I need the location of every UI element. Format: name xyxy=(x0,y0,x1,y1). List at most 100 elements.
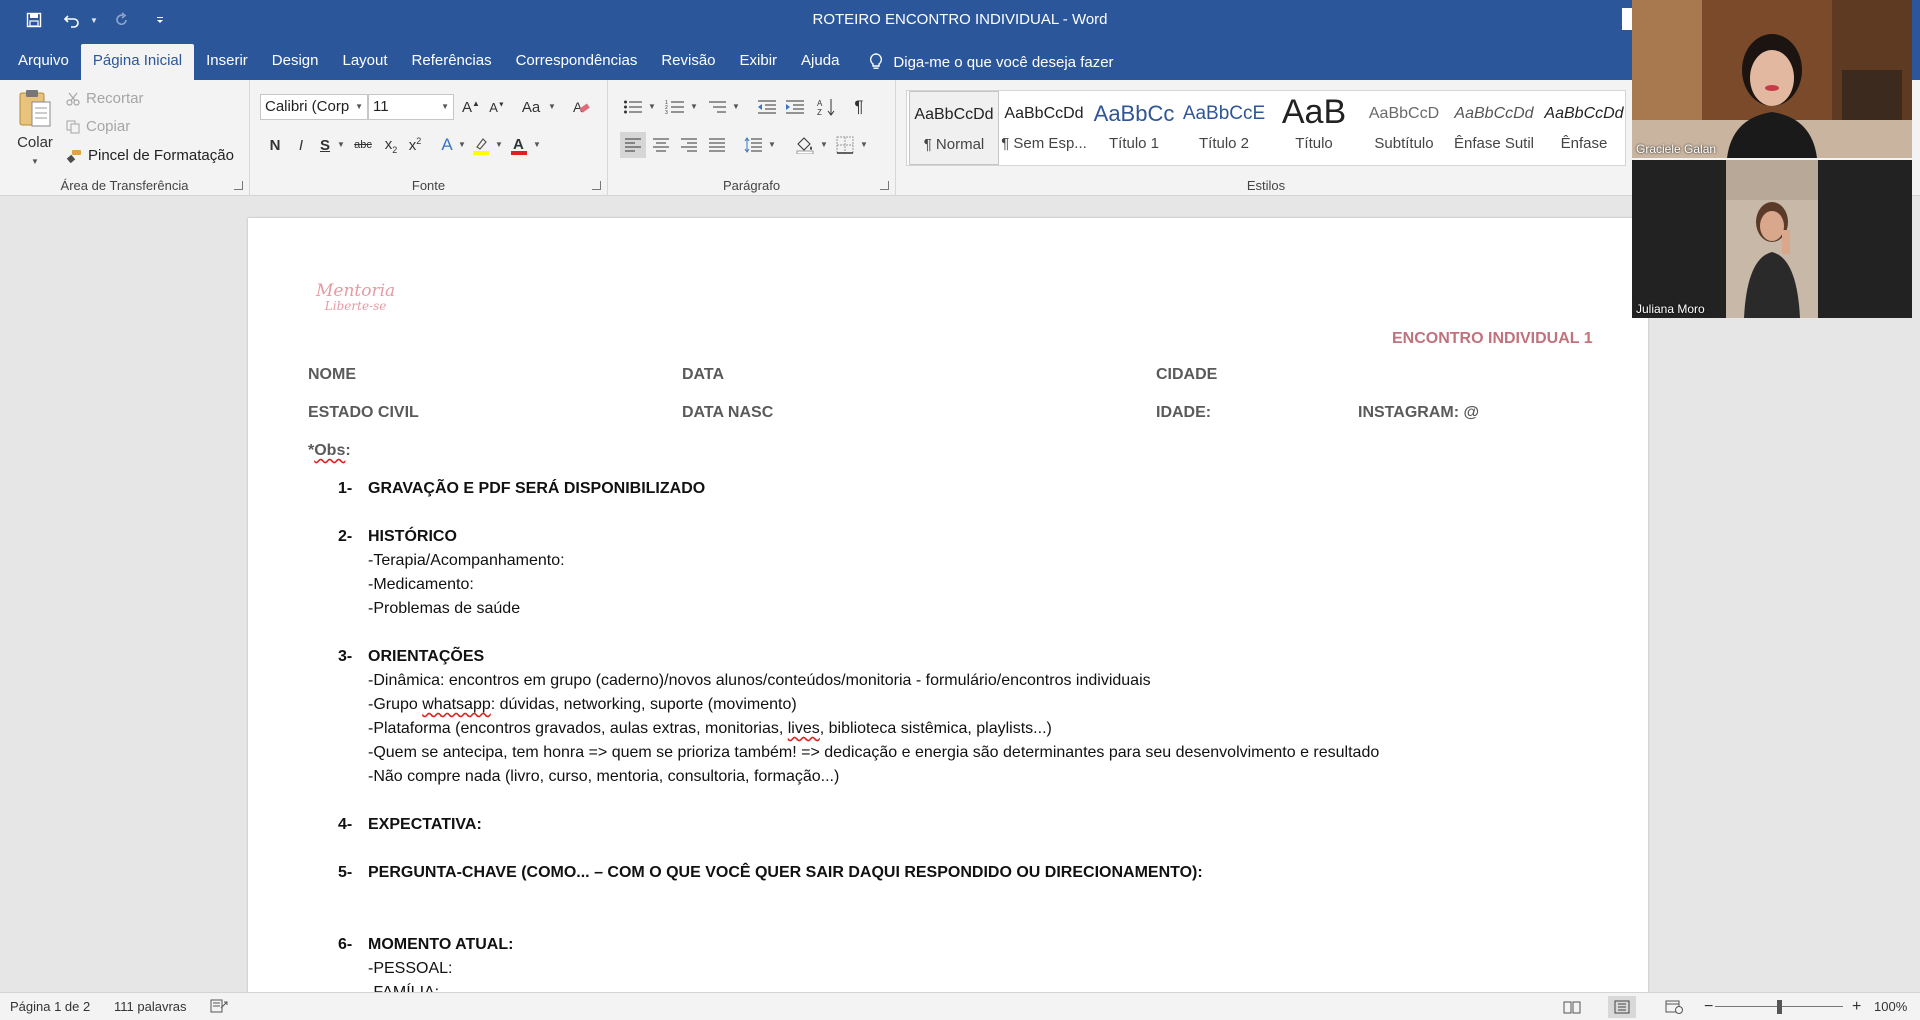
web-layout-icon xyxy=(1665,1000,1683,1014)
tab-arquivo[interactable]: Arquivo xyxy=(6,44,81,80)
document-page[interactable]: Mentoria Liberte-se ENCONTRO INDIVIDUAL … xyxy=(248,218,1648,992)
tab-pagina-inicial[interactable]: Página Inicial xyxy=(80,44,195,80)
multilevel-dropdown-icon[interactable]: ▼ xyxy=(732,102,740,111)
paste-dropdown-icon[interactable]: ▼ xyxy=(31,157,39,166)
borders-dropdown-icon[interactable]: ▼ xyxy=(860,140,868,149)
zoom-level[interactable]: 100% xyxy=(1874,993,1907,1020)
print-layout-button[interactable] xyxy=(1608,996,1636,1018)
bold-button[interactable]: N xyxy=(262,132,288,158)
strikethrough-button[interactable]: abc xyxy=(350,132,376,158)
clipboard-launcher-icon[interactable] xyxy=(234,181,243,190)
style-titulo-2[interactable]: AaBbCcE Título 2 xyxy=(1179,91,1269,165)
decrease-indent-button[interactable] xyxy=(754,94,780,120)
zoom-out-icon[interactable]: − xyxy=(1704,993,1713,1020)
underline-button[interactable]: S xyxy=(312,132,338,158)
tab-revisao[interactable]: Revisão xyxy=(649,44,727,80)
chevron-down-icon: ▼ xyxy=(355,102,363,111)
subscript-button[interactable]: x2 xyxy=(378,132,404,158)
numbering-dropdown-icon[interactable]: ▼ xyxy=(690,102,698,111)
style-normal[interactable]: AaBbCcDd ¶ Normal xyxy=(909,91,999,165)
align-left-icon xyxy=(625,138,641,152)
font-size-combo[interactable]: 11 ▼ xyxy=(368,94,454,120)
justify-button[interactable] xyxy=(704,132,730,158)
font-family-combo[interactable]: Calibri (Corp ▼ xyxy=(260,94,368,120)
style-subtitulo[interactable]: AaBbCcD Subtítulo xyxy=(1359,91,1449,165)
paint-bucket-icon xyxy=(796,137,814,154)
tab-layout[interactable]: Layout xyxy=(330,44,399,80)
style-titulo[interactable]: AaB Título xyxy=(1269,91,1359,165)
tab-design[interactable]: Design xyxy=(260,44,331,80)
style-preview: AaBbCcDd xyxy=(1004,105,1084,122)
cut-button[interactable]: Recortar xyxy=(66,90,144,107)
shading-button[interactable] xyxy=(792,132,818,158)
spelling-error-word[interactable]: whatsapp xyxy=(422,696,491,713)
shading-dropdown-icon[interactable]: ▼ xyxy=(820,140,828,149)
bullet-list-icon xyxy=(624,100,642,114)
change-case-button[interactable]: Aa xyxy=(518,94,544,120)
style-sem-espacamento[interactable]: AaBbCcDd ¶ Sem Esp... xyxy=(999,91,1089,165)
shrink-font-button[interactable]: A▼ xyxy=(484,94,510,120)
font-launcher-icon[interactable] xyxy=(592,181,601,190)
spelling-error-word[interactable]: lives xyxy=(788,720,820,737)
font-color-dropdown-icon[interactable]: ▼ xyxy=(533,140,541,149)
style-enfase[interactable]: AaBbCcDd Ênfase xyxy=(1539,91,1629,165)
video-tile-graciele[interactable]: Graciele Galan xyxy=(1632,0,1912,158)
item-line: -Problemas de saúde xyxy=(368,600,521,617)
video-tile-juliana[interactable]: Juliana Moro xyxy=(1632,160,1912,318)
copy-button[interactable]: Copiar xyxy=(66,118,130,135)
word-count[interactable]: 111 palavras xyxy=(114,993,187,1020)
read-mode-button[interactable] xyxy=(1558,996,1586,1018)
mentoria-logo: Mentoria Liberte-se xyxy=(316,283,395,314)
format-painter-button[interactable]: Pincel de Formatação xyxy=(66,147,234,164)
highlight-dropdown-icon[interactable]: ▼ xyxy=(495,140,503,149)
tab-correspondencias[interactable]: Correspondências xyxy=(504,44,650,80)
superscript-button[interactable]: x2 xyxy=(402,132,428,158)
clear-formatting-button[interactable]: A xyxy=(568,94,594,120)
item-number: 5- xyxy=(338,864,353,881)
text-effects-button[interactable]: A xyxy=(434,132,460,158)
zoom-in-icon[interactable]: + xyxy=(1852,993,1861,1020)
styles-gallery: AaBbCcDd ¶ Normal AaBbCcDd ¶ Sem Esp... … xyxy=(906,90,1626,166)
show-marks-button[interactable]: ¶ xyxy=(846,94,872,120)
page-indicator[interactable]: Página 1 de 2 xyxy=(10,993,90,1020)
line-spacing-button[interactable] xyxy=(740,132,766,158)
grow-font-button[interactable]: A▲ xyxy=(458,94,484,120)
change-case-dropdown-icon[interactable]: ▼ xyxy=(548,102,556,111)
proofing-icon[interactable] xyxy=(210,999,228,1016)
sort-button[interactable]: AZ xyxy=(814,94,840,120)
italic-button[interactable]: I xyxy=(288,132,314,158)
item-heading: ORIENTAÇÕES xyxy=(368,648,485,665)
numbering-button[interactable]: 123 xyxy=(662,94,688,120)
item-line: -PESSOAL: xyxy=(368,960,453,977)
style-enfase-sutil[interactable]: AaBbCcDd Ênfase Sutil xyxy=(1449,91,1539,165)
style-name: Ênfase xyxy=(1560,135,1608,152)
text-effects-dropdown-icon[interactable]: ▼ xyxy=(458,140,466,149)
underline-dropdown-icon[interactable]: ▼ xyxy=(337,140,345,149)
tab-inserir[interactable]: Inserir xyxy=(194,44,260,80)
zoom-slider-thumb[interactable] xyxy=(1776,1000,1782,1014)
font-color-button[interactable]: A xyxy=(506,132,532,158)
numbered-list-icon: 123 xyxy=(665,100,684,115)
paste-button[interactable]: Colar ▼ xyxy=(12,88,58,169)
tab-exibir[interactable]: Exibir xyxy=(728,44,790,80)
style-titulo-1[interactable]: AaBbCc Título 1 xyxy=(1089,91,1179,165)
item-number: 3- xyxy=(338,648,353,665)
paragraph-launcher-icon[interactable] xyxy=(880,181,889,190)
highlight-button[interactable] xyxy=(468,132,494,158)
title-bar-button[interactable] xyxy=(1622,8,1632,30)
tell-me-search[interactable]: Diga-me o que você deseja fazer xyxy=(851,44,1114,80)
bullets-dropdown-icon[interactable]: ▼ xyxy=(648,102,656,111)
item-line: -Quem se antecipa, tem honra => quem se … xyxy=(368,744,1380,761)
style-name: Título xyxy=(1295,135,1333,152)
align-right-button[interactable] xyxy=(676,132,702,158)
bullets-button[interactable] xyxy=(620,94,646,120)
tab-ajuda[interactable]: Ajuda xyxy=(789,44,851,80)
borders-button[interactable] xyxy=(832,132,858,158)
tab-referencias[interactable]: Referências xyxy=(400,44,504,80)
multilevel-list-button[interactable] xyxy=(704,94,730,120)
line-spacing-dropdown-icon[interactable]: ▼ xyxy=(768,140,776,149)
increase-indent-button[interactable] xyxy=(782,94,808,120)
align-center-button[interactable] xyxy=(648,132,674,158)
web-layout-button[interactable] xyxy=(1660,996,1688,1018)
align-left-button[interactable] xyxy=(620,132,646,158)
